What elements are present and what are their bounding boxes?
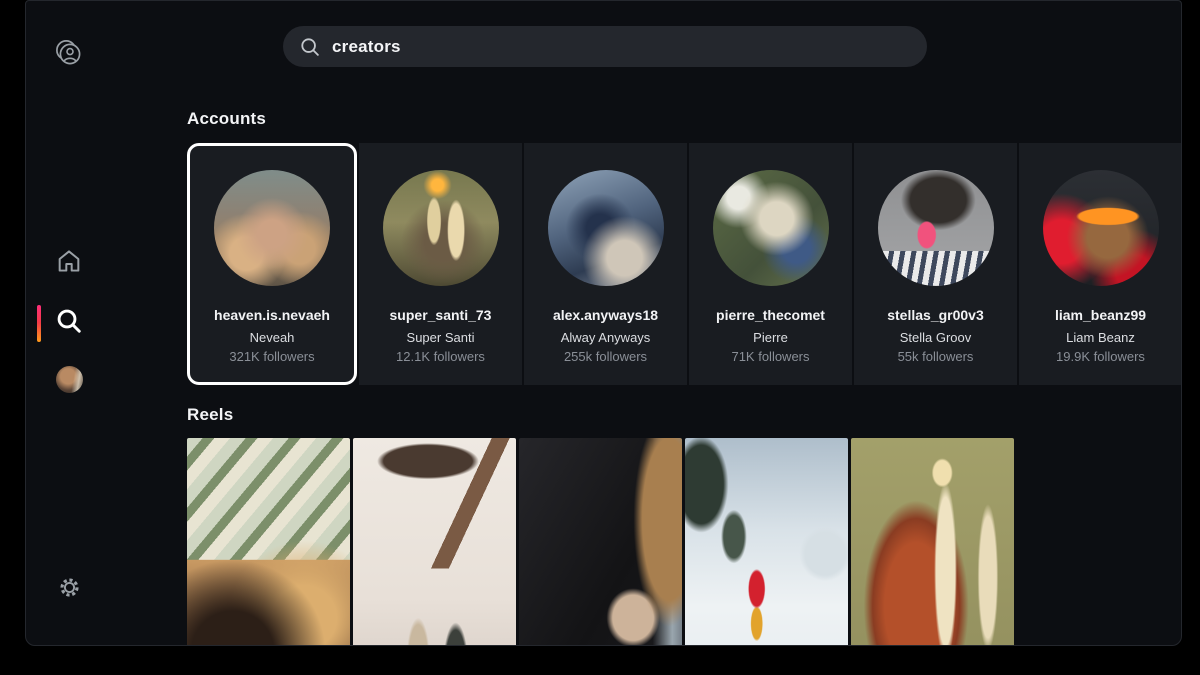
search-icon xyxy=(55,307,83,335)
active-tab-indicator xyxy=(37,305,41,342)
sidebar-item-profile[interactable] xyxy=(56,366,83,393)
account-username: alex.anyways18 xyxy=(552,307,659,323)
account-avatar xyxy=(382,170,499,286)
account-avatar xyxy=(712,170,829,286)
account-display-name: Stella Groov xyxy=(899,330,972,345)
account-followers: 12.1K followers xyxy=(396,349,485,364)
sidebar xyxy=(26,1,161,645)
account-avatar xyxy=(877,170,994,286)
account-followers: 19.9K followers xyxy=(1056,349,1145,364)
sidebar-item-settings[interactable] xyxy=(57,575,82,600)
search-input[interactable]: creators xyxy=(283,26,927,67)
account-display-name: Pierre xyxy=(753,330,788,345)
account-followers: 55k followers xyxy=(897,349,974,364)
account-display-name: Neveah xyxy=(249,330,295,345)
reels-row xyxy=(187,438,1181,645)
account-followers: 71K followers xyxy=(731,349,810,364)
reel-thumbnail[interactable] xyxy=(187,438,350,645)
account-display-name: Super Santi xyxy=(406,330,475,345)
account-followers: 255k followers xyxy=(563,349,648,364)
profile-avatar xyxy=(56,366,83,393)
account-username: stellas_gr00v3 xyxy=(887,307,984,323)
account-card[interactable]: alex.anyways18 Alway Anyways 255k follow… xyxy=(524,143,687,385)
reel-thumbnail[interactable] xyxy=(685,438,848,645)
account-username: super_santi_73 xyxy=(389,307,492,323)
account-card[interactable]: stellas_gr00v3 Stella Groov 55k follower… xyxy=(854,143,1017,385)
settings-gear-icon xyxy=(57,575,82,600)
sidebar-item-home[interactable] xyxy=(55,247,83,275)
search-query-text: creators xyxy=(332,36,401,56)
account-avatar xyxy=(214,170,330,286)
account-username: liam_beanz99 xyxy=(1054,307,1147,323)
app-window: creators Accounts heaven.is.nevaeh Nevea… xyxy=(25,0,1182,646)
account-switcher-icon xyxy=(53,37,85,69)
account-card[interactable]: heaven.is.nevaeh Neveah 321K followers xyxy=(187,143,357,385)
home-icon xyxy=(55,247,83,275)
account-username: pierre_thecomet xyxy=(716,307,825,323)
account-avatar xyxy=(1042,170,1159,286)
account-username: heaven.is.nevaeh xyxy=(214,307,330,323)
account-display-name: Liam Beanz xyxy=(1066,330,1135,345)
account-card[interactable]: pierre_thecomet Pierre 71K followers xyxy=(689,143,852,385)
sidebar-item-account-switcher[interactable] xyxy=(53,37,85,69)
reels-heading: Reels xyxy=(187,405,234,424)
account-card[interactable]: liam_beanz99 Liam Beanz 19.9K followers xyxy=(1019,143,1181,385)
account-display-name: Alway Anyways xyxy=(560,330,651,345)
accounts-heading: Accounts xyxy=(187,109,267,128)
account-card[interactable]: super_santi_73 Super Santi 12.1K followe… xyxy=(359,143,522,385)
search-icon xyxy=(299,36,321,58)
reel-thumbnail[interactable] xyxy=(851,438,1014,645)
reel-thumbnail[interactable] xyxy=(353,438,516,645)
accounts-row: heaven.is.nevaeh Neveah 321K followers s… xyxy=(187,143,1181,385)
reel-thumbnail[interactable] xyxy=(519,438,682,645)
account-followers: 321K followers xyxy=(229,349,315,364)
account-avatar xyxy=(547,170,664,286)
sidebar-item-search[interactable] xyxy=(55,307,83,335)
